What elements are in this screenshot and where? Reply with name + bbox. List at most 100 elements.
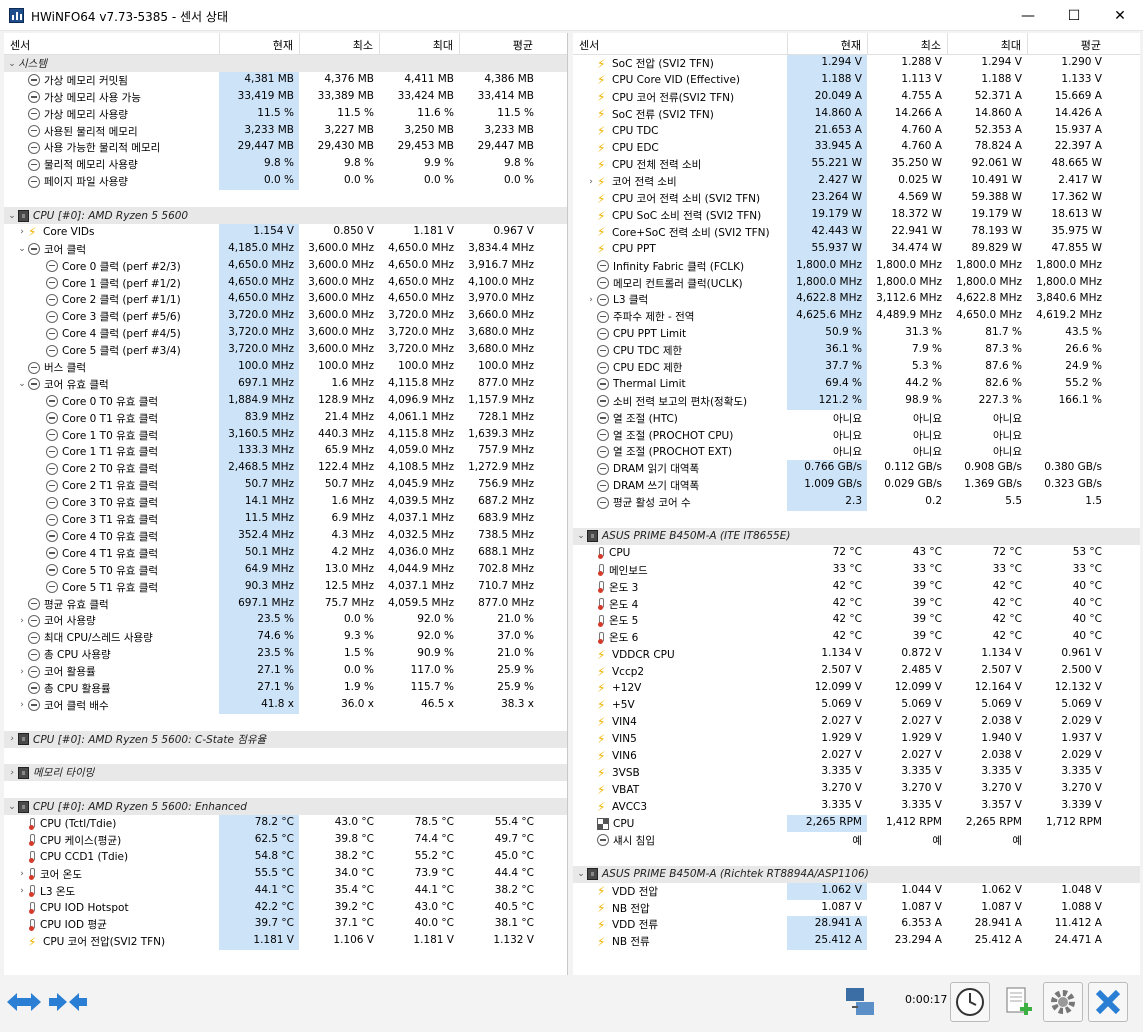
header-name[interactable]: 센서 xyxy=(579,37,599,53)
nav-back-icon[interactable] xyxy=(4,982,44,1022)
chevron-right-icon[interactable]: › xyxy=(16,667,28,677)
sensor-row[interactable]: ⚡ CPU PPT 55.937 W 34.474 W 89.829 W 47.855 W xyxy=(573,240,1140,258)
sensor-row[interactable]: › L3 온도 44.1 °C 35.4 °C 44.1 °C 38.2 °C xyxy=(4,882,567,900)
sensor-pane-left[interactable]: 센서 현재 최소 최대 평균 ⌄ 시스템 가상 메모리 커밋됨 4,381 MB 4,3… xyxy=(4,33,568,975)
sensor-row[interactable]: Core 1 T0 유효 클럭 3,160.5 MHz 440.3 MHz 4,115… xyxy=(4,426,567,444)
sensor-row[interactable]: 열 조절 (HTC) 아니요 아니요 아니요 xyxy=(573,410,1140,427)
sensor-group-header[interactable]: ⌄ CPU [#0]: AMD Ryzen 5 5600: Enhanced xyxy=(4,798,567,816)
sensor-row[interactable]: CPU 72 °C 43 °C 72 °C 53 °C xyxy=(573,545,1140,562)
sensor-row[interactable]: ⚡ SoC 전류 (SVI2 TFN) 14.860 A 14.266 A 14.860… xyxy=(573,105,1140,123)
sensor-row[interactable]: DRAM 쓰기 대역폭 1.009 GB/s 0.029 GB/s 1.369 GB/… xyxy=(573,477,1140,495)
chevron-right-icon[interactable]: › xyxy=(6,768,18,778)
header-current[interactable]: 현재 xyxy=(787,33,867,55)
chevron-right-icon[interactable]: › xyxy=(16,886,28,896)
sensor-row[interactable]: Core 5 T1 유효 클럭 90.3 MHz 12.5 MHz 4,037.1 M… xyxy=(4,578,567,596)
chevron-right-icon[interactable]: › xyxy=(585,295,597,305)
chevron-right-icon[interactable]: › xyxy=(16,616,28,626)
sensor-row[interactable]: ⚡ CPU 코어 전류(SVI2 TFN) 20.049 A 4.755 A 52.37… xyxy=(573,88,1140,106)
header-max[interactable]: 최대 xyxy=(379,33,459,55)
sensor-row[interactable]: ⚡ VDD 전압 1.062 V 1.044 V 1.062 V 1.048 V xyxy=(573,882,1140,900)
sensor-row[interactable]: 사용 가능한 물리적 메모리 29,447 MB 29,430 MB 29,453 M… xyxy=(4,139,567,157)
network-icon[interactable] xyxy=(840,982,880,1022)
sensor-row[interactable]: 온도 6 42 °C 39 °C 42 °C 40 °C xyxy=(573,629,1140,646)
sensor-row[interactable]: ⚡ VIN4 2.027 V 2.027 V 2.038 V 2.029 V xyxy=(573,714,1140,731)
sensor-row[interactable]: 물리적 메모리 사용량 9.8 % 9.8 % 9.9 % 9.8 % xyxy=(4,156,567,174)
sensor-row[interactable]: Core 3 T0 유효 클럭 14.1 MHz 1.6 MHz 4,039.5 MH… xyxy=(4,494,567,512)
sensor-row[interactable]: Core 2 클럭 (perf #1/1) 4,650.0 MHz 3,600.0 … xyxy=(4,291,567,309)
sensor-row[interactable]: ⚡ Vccp2 2.507 V 2.485 V 2.507 V 2.500 V xyxy=(573,663,1140,680)
sensor-row[interactable]: 총 CPU 활용률 27.1 % 1.9 % 115.7 % 25.9 % xyxy=(4,679,567,697)
sensor-row[interactable]: 온도 3 42 °C 39 °C 42 °C 40 °C xyxy=(573,579,1140,596)
chevron-down-icon[interactable]: ⌄ xyxy=(16,244,28,254)
close-x-icon[interactable] xyxy=(1088,982,1128,1022)
minimize-button[interactable]: — xyxy=(1005,0,1051,31)
sensor-row[interactable]: 섀시 침입 예 예 예 xyxy=(573,832,1140,849)
sensor-row[interactable]: 가상 메모리 사용 가능 33,419 MB 33,389 MB 33,424 MB 3… xyxy=(4,88,567,106)
sensor-row[interactable]: ⌄ 코어 유효 클럭 697.1 MHz 1.6 MHz 4,115.8 MHz 877.… xyxy=(4,375,567,393)
close-button[interactable]: ✕ xyxy=(1097,0,1143,31)
sensor-row[interactable]: ⚡ CPU Core VID (Effective) 1.188 V 1.113 V 1… xyxy=(573,71,1140,89)
header-min[interactable]: 최소 xyxy=(299,33,379,55)
sensor-row[interactable]: Infinity Fabric 클럭 (FCLK) 1,800.0 MHz 1,80… xyxy=(573,257,1140,275)
chevron-down-icon[interactable]: ⌄ xyxy=(575,531,587,541)
sensor-row[interactable]: ⚡ +5V 5.069 V 5.069 V 5.069 V 5.069 V xyxy=(573,697,1140,714)
sensor-row[interactable]: Core 4 T1 유효 클럭 50.1 MHz 4.2 MHz 4,036.0 MH… xyxy=(4,544,567,562)
sensor-row[interactable]: 열 조절 (PROCHOT EXT) 아니요 아니요 아니요 xyxy=(573,443,1140,460)
sensor-row[interactable]: Core 0 클럭 (perf #2/3) 4,650.0 MHz 3,600.0 … xyxy=(4,257,567,275)
sensor-row[interactable]: › ⚡ Core VIDs 1.154 V 0.850 V 1.181 V 0.967 V xyxy=(4,223,567,241)
nav-collapse-icon[interactable] xyxy=(48,982,88,1022)
sensor-row[interactable]: Core 5 클럭 (perf #3/4) 3,720.0 MHz 3,600.0 … xyxy=(4,342,567,360)
sensor-row[interactable]: Core 1 T1 유효 클럭 133.3 MHz 65.9 MHz 4,059.0 … xyxy=(4,443,567,461)
sensor-row[interactable]: 평균 활성 코어 수 2.3 0.2 5.5 1.5 xyxy=(573,494,1140,512)
sensor-row[interactable]: › 코어 사용량 23.5 % 0.0 % 92.0 % 21.0 % xyxy=(4,612,567,630)
sensor-row[interactable]: 버스 클럭 100.0 MHz 100.0 MHz 100.0 MHz 100.0 MH… xyxy=(4,359,567,376)
sensor-row[interactable]: Core 3 클럭 (perf #5/6) 3,720.0 MHz 3,600.0 … xyxy=(4,308,567,326)
sensor-row[interactable]: 총 CPU 사용량 23.5 % 1.5 % 90.9 % 21.0 % xyxy=(4,646,567,664)
report-add-icon[interactable] xyxy=(998,982,1038,1022)
chevron-right-icon[interactable]: › xyxy=(16,869,28,879)
sensor-row[interactable]: 소비 전력 보고의 편차(정확도) 121.2 % 98.9 % 227.3 % 166… xyxy=(573,392,1140,410)
sensor-row[interactable]: 주파수 제한 - 전역 4,625.6 MHz 4,489.9 MHz 4,650.0… xyxy=(573,308,1140,326)
sensor-row[interactable]: › 코어 클럭 배수 41.8 x 36.0 x 46.5 x 38.3 x xyxy=(4,696,567,714)
sensor-row[interactable]: 최대 CPU/스레드 사용량 74.6 % 9.3 % 92.0 % 37.0 % xyxy=(4,629,567,647)
sensor-row[interactable]: 온도 5 42 °C 39 °C 42 °C 40 °C xyxy=(573,612,1140,629)
sensor-row[interactable]: Core 3 T1 유효 클럭 11.5 MHz 6.9 MHz 4,037.1 MH… xyxy=(4,511,567,528)
settings-gear-icon[interactable] xyxy=(1043,982,1083,1022)
sensor-row[interactable]: Core 4 클럭 (perf #4/5) 3,720.0 MHz 3,600.0 … xyxy=(4,325,567,343)
sensor-row[interactable]: › ⚡ 코어 전력 소비 2.427 W 0.025 W 10.491 W 2.417 W xyxy=(573,173,1140,191)
sensor-row[interactable]: CPU CCD1 (Tdie) 54.8 °C 38.2 °C 55.2 °C 45.0… xyxy=(4,848,567,866)
chevron-down-icon[interactable]: ⌄ xyxy=(575,869,587,879)
sensor-row[interactable]: CPU EDC 제한 37.7 % 5.3 % 87.6 % 24.9 % xyxy=(573,359,1140,376)
sensor-row[interactable]: CPU IOD Hotspot 42.2 °C 39.2 °C 43.0 °C 40.5… xyxy=(4,899,567,917)
chevron-down-icon[interactable]: ⌄ xyxy=(6,802,18,812)
sensor-row[interactable]: ⚡ CPU SoC 소비 전력 (SVI2 TFN) 19.179 W 18.372 … xyxy=(573,207,1140,224)
sensor-row[interactable]: ⚡ Core+SoC 전력 소비 (SVI2 TFN) 42.443 W 22.941… xyxy=(573,223,1140,241)
sensor-row[interactable]: 페이지 파일 사용량 0.0 % 0.0 % 0.0 % 0.0 % xyxy=(4,173,567,191)
sensor-row[interactable]: › 코어 활용률 27.1 % 0.0 % 117.0 % 25.9 % xyxy=(4,663,567,680)
sensor-row[interactable]: ⚡ 3VSB 3.335 V 3.335 V 3.335 V 3.335 V xyxy=(573,764,1140,781)
sensor-row[interactable]: ⚡ VDDCR CPU 1.134 V 0.872 V 1.134 V 0.961 V xyxy=(573,646,1140,663)
sensor-row[interactable]: Core 1 클럭 (perf #1/2) 4,650.0 MHz 3,600.0 … xyxy=(4,274,567,292)
header-min[interactable]: 최소 xyxy=(867,33,947,55)
sensor-row[interactable]: 메인보드 33 °C 33 °C 33 °C 33 °C xyxy=(573,562,1140,579)
sensor-row[interactable]: CPU (Tctl/Tdie) 78.2 °C 43.0 °C 78.5 °C 55.4… xyxy=(4,815,567,832)
sensor-row[interactable]: 온도 4 42 °C 39 °C 42 °C 40 °C xyxy=(573,596,1140,613)
sensor-group-header[interactable]: ⌄ CPU [#0]: AMD Ryzen 5 5600 xyxy=(4,207,567,224)
sensor-row[interactable]: Core 4 T0 유효 클럭 352.4 MHz 4.3 MHz 4,032.5 M… xyxy=(4,527,567,545)
sensor-row[interactable]: ⚡ CPU 코어 전압(SVI2 TFN) 1.181 V 1.106 V 1.181 … xyxy=(4,933,567,951)
chevron-right-icon[interactable]: › xyxy=(585,177,597,187)
sensor-row[interactable]: ⚡ CPU TDC 21.653 A 4.760 A 52.353 A 15.937 A xyxy=(573,122,1140,140)
sensor-row[interactable]: 메모리 컨트롤러 클럭(UCLK) 1,800.0 MHz 1,800.0 MHz 1… xyxy=(573,274,1140,292)
sensor-row[interactable]: ⚡ CPU 전체 전력 소비 55.221 W 35.250 W 92.061 W 48.… xyxy=(573,156,1140,174)
sensor-row[interactable]: ⚡ VDD 전류 28.941 A 6.353 A 28.941 A 11.412 A xyxy=(573,916,1140,934)
sensor-row[interactable]: 사용된 물리적 메모리 3,233 MB 3,227 MB 3,250 MB 3,233… xyxy=(4,122,567,140)
header-max[interactable]: 최대 xyxy=(947,33,1027,55)
sensor-row[interactable]: 열 조절 (PROCHOT CPU) 아니요 아니요 아니요 xyxy=(573,427,1140,444)
sensor-row[interactable]: Core 0 T1 유효 클럭 83.9 MHz 21.4 MHz 4,061.1 M… xyxy=(4,409,567,427)
sensor-row[interactable]: ⌄ 코어 클럭 4,185.0 MHz 3,600.0 MHz 4,650.0 MHz 3… xyxy=(4,240,567,258)
sensor-row[interactable]: Thermal Limit 69.4 % 44.2 % 82.6 % 55.2 % xyxy=(573,375,1140,393)
sensor-row[interactable]: › 코어 온도 55.5 °C 34.0 °C 73.9 °C 44.4 °C xyxy=(4,865,567,883)
clock-reset-icon[interactable] xyxy=(950,982,990,1022)
sensor-group-header[interactable]: ⌄ ASUS PRIME B450M-A (Richtek RT8894A/ASP… xyxy=(573,865,1140,883)
chevron-right-icon[interactable]: › xyxy=(16,227,28,237)
